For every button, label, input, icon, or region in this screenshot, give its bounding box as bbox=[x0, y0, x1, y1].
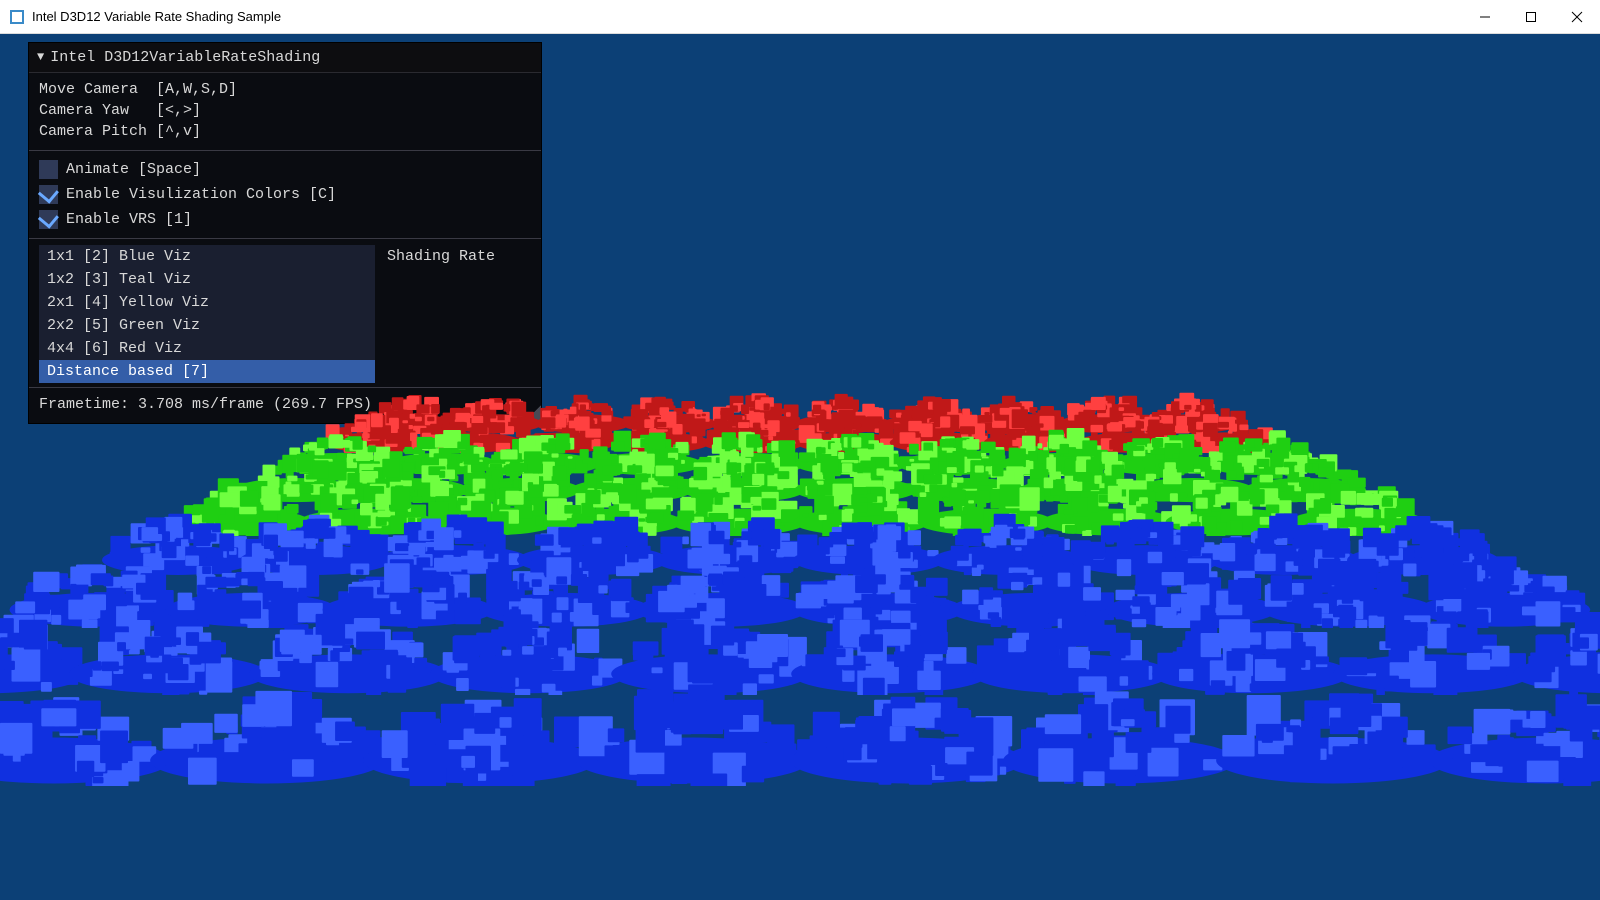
settings-panel[interactable]: ▼ Intel D3D12VariableRateShading Move Ca… bbox=[28, 42, 542, 424]
scene-island bbox=[144, 671, 390, 786]
panel-body: Move Camera [A,W,S,D] Camera Yaw [<,>] C… bbox=[29, 73, 541, 387]
maximize-button[interactable] bbox=[1508, 0, 1554, 34]
scene-island bbox=[784, 671, 1030, 786]
scene-island bbox=[570, 671, 816, 786]
shading-rate-item[interactable]: 1x1 [2] Blue Viz bbox=[39, 245, 375, 268]
close-button[interactable] bbox=[1554, 0, 1600, 34]
viscolors-label: Enable Visulization Colors [C] bbox=[66, 184, 336, 205]
help-yaw: Camera Yaw [<,>] bbox=[39, 100, 531, 121]
help-move: Move Camera [A,W,S,D] bbox=[39, 79, 531, 100]
enablevrs-row[interactable]: Enable VRS [1] bbox=[39, 207, 531, 232]
shading-rate-item[interactable]: 1x2 [3] Teal Viz bbox=[39, 268, 375, 291]
viscolors-checkbox[interactable] bbox=[39, 185, 58, 204]
scene-island bbox=[1423, 671, 1600, 786]
viscolors-row[interactable]: Enable Visulization Colors [C] bbox=[39, 182, 531, 207]
app-window: Intel D3D12 Variable Rate Shading Sample… bbox=[0, 0, 1600, 900]
shading-rate-listbox[interactable]: 1x1 [2] Blue Viz1x2 [3] Teal Viz2x1 [4] … bbox=[39, 245, 375, 383]
animate-label: Animate [Space] bbox=[66, 159, 201, 180]
panel-title: Intel D3D12VariableRateShading bbox=[50, 47, 320, 68]
titlebar[interactable]: Intel D3D12 Variable Rate Shading Sample bbox=[0, 0, 1600, 34]
window-title: Intel D3D12 Variable Rate Shading Sample bbox=[32, 9, 281, 24]
shading-rate-item[interactable]: 4x4 [6] Red Viz bbox=[39, 337, 375, 360]
minimize-button[interactable] bbox=[1462, 0, 1508, 34]
shading-rate-container: 1x1 [2] Blue Viz1x2 [3] Teal Viz2x1 [4] … bbox=[39, 245, 531, 383]
enablevrs-checkbox[interactable] bbox=[39, 210, 58, 229]
help-pitch: Camera Pitch [^,v] bbox=[39, 121, 531, 142]
app-icon bbox=[10, 10, 24, 24]
shading-rate-item[interactable]: 2x1 [4] Yellow Viz bbox=[39, 291, 375, 314]
shading-rate-label: Shading Rate bbox=[387, 245, 495, 383]
animate-checkbox[interactable] bbox=[39, 160, 58, 179]
scene-island bbox=[997, 671, 1243, 786]
scene-island bbox=[357, 671, 603, 786]
shading-rate-item[interactable]: Distance based [7] bbox=[39, 360, 375, 383]
panel-collapse-icon[interactable]: ▼ bbox=[37, 47, 44, 68]
separator bbox=[29, 150, 541, 151]
controls-help: Move Camera [A,W,S,D] Camera Yaw [<,>] C… bbox=[39, 79, 531, 142]
animate-row[interactable]: Animate [Space] bbox=[39, 157, 531, 182]
shading-rate-item[interactable]: 2x2 [5] Green Viz bbox=[39, 314, 375, 337]
scene-island bbox=[1210, 671, 1456, 786]
separator bbox=[29, 238, 541, 239]
enablevrs-label: Enable VRS [1] bbox=[66, 209, 192, 230]
viewport-3d[interactable]: ▼ Intel D3D12VariableRateShading Move Ca… bbox=[0, 34, 1600, 900]
panel-header[interactable]: ▼ Intel D3D12VariableRateShading bbox=[29, 43, 541, 73]
